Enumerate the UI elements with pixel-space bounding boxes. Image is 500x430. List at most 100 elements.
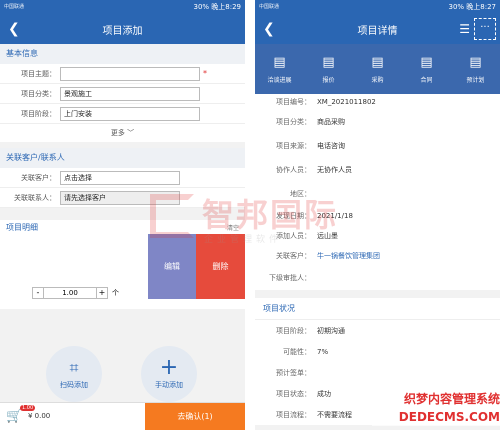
confirm-button[interactable]: 去确认(1) — [145, 403, 245, 430]
site-watermark-line1: 织梦内容管理系统 — [372, 390, 500, 408]
status-value: 成功 — [317, 389, 331, 398]
tool-purchase[interactable]: ▤ 采购 — [353, 44, 402, 94]
status-right: 30% 晚上8:29 — [193, 2, 241, 12]
edit-button[interactable]: 编辑 — [148, 234, 196, 299]
item-detail-header: 项目明细 清空 — [0, 214, 245, 234]
field-row-subject: 项目主题： * — [0, 64, 245, 84]
scan-add-label: 扫码添加 — [60, 380, 88, 389]
item-detail-title: 项目明细 — [6, 222, 38, 232]
tool-preplan[interactable]: ▤ 预计划 — [451, 44, 500, 94]
status-row: 可能性： 7% — [255, 341, 500, 362]
contact-header: 关联客户/联系人 — [0, 148, 245, 168]
doc-icon: ▤ — [420, 54, 433, 70]
tool-quote[interactable]: ▤ 报价 — [304, 44, 353, 94]
status-row: 项目阶段： 初期沟通 — [255, 320, 500, 341]
status-value: 初期沟通 — [317, 326, 345, 335]
field-label: 关联客户： — [21, 173, 56, 182]
project-add-screen: 中国联通 30% 晚上8:29 ❮ 项目添加 基本信息 项目主题： * 项目分类… — [0, 0, 245, 430]
battery-time: 30% 晚上8:27 — [448, 3, 496, 11]
customer-link[interactable]: 牛一锅餐饮管理集团 — [317, 251, 380, 261]
field-label: 项目分类： — [21, 89, 56, 98]
title-bar: ❮ 项目详情 ☰ ··· — [255, 14, 500, 44]
quantity-input[interactable]: 1.00 — [44, 287, 96, 299]
scan-add-button[interactable]: ⌗ 扫码添加 — [46, 346, 102, 402]
customer-select[interactable]: 点击选择 — [60, 170, 180, 185]
plus-icon: + — [159, 354, 179, 380]
contact-row: 关联联系人： 请先选择客户 — [0, 188, 245, 208]
tool-label: 洽谈进展 — [267, 76, 292, 84]
status-bar: 中国联通 30% 晚上8:27 — [255, 0, 500, 14]
doc-icon: ▤ — [273, 54, 286, 70]
detail-row: 项目编号： XM_2021011802 — [255, 94, 500, 110]
status-bar: 中国联通 30% 晚上8:29 — [0, 0, 245, 14]
plus-button[interactable]: + — [96, 287, 108, 299]
field-label: 项目主题： — [21, 69, 56, 78]
field-row-category: 项目分类： 景观施工 — [0, 84, 245, 104]
status-value: 7% — [317, 347, 329, 356]
category-input[interactable]: 景观施工 — [60, 86, 200, 101]
item-row: 编辑 删除 - 1.00 + 个 — [0, 234, 245, 309]
detail-value: 2021/1/18 — [317, 212, 353, 220]
status-right: 30% 晚上8:27 — [448, 2, 496, 12]
site-watermark-line2: DEDECMS.COM — [372, 408, 500, 426]
doc-icon: ▤ — [322, 54, 335, 70]
detail-label: 添加人员： — [276, 232, 311, 240]
stage-input[interactable]: 上门安装 — [60, 106, 200, 121]
required-mark: * — [203, 69, 207, 78]
contact-select[interactable]: 请先选择客户 — [60, 190, 180, 205]
status-value: 不需要流程 — [317, 410, 352, 419]
tool-label: 采购 — [371, 76, 384, 84]
customer-row: 关联客户： 点击选择 — [0, 168, 245, 188]
tool-label: 合同 — [420, 76, 433, 84]
screenshot-canvas: 中国联通 30% 晚上8:29 ❮ 项目添加 基本信息 项目主题： * 项目分类… — [0, 0, 500, 430]
total-amount: ¥ 0.00 — [28, 412, 51, 420]
project-status-header: 项目状况 — [255, 298, 500, 320]
delete-button[interactable]: 删除 — [196, 234, 245, 299]
detail-label: 地区： — [290, 190, 311, 198]
section-gap — [255, 290, 500, 298]
menu-icon[interactable]: ☰ — [459, 22, 470, 36]
cart-icon[interactable]: 🛒 — [6, 409, 22, 424]
title-bar: ❮ 项目添加 — [0, 14, 245, 44]
detail-row: 关联客户： 牛一锅餐饮管理集团 — [255, 246, 500, 266]
tool-negotiation[interactable]: ▤ 洽谈进展 — [255, 44, 304, 94]
battery-time: 30% 晚上8:29 — [193, 3, 241, 11]
unit-label: 个 — [112, 289, 119, 297]
subject-input[interactable] — [60, 66, 200, 81]
back-icon[interactable]: ❮ — [8, 20, 20, 38]
carrier-label: 中国联通 — [4, 4, 25, 10]
basic-info-header: 基本信息 — [0, 44, 245, 64]
scan-icon: ⌗ — [69, 357, 79, 377]
status-label: 项目流程： — [276, 410, 311, 419]
detail-row: 项目来源： 电话咨询 — [255, 134, 500, 158]
doc-icon: ▤ — [469, 54, 482, 70]
manual-add-button[interactable]: + 手动添加 — [141, 346, 197, 402]
cart-badge: 1.00 — [20, 405, 36, 411]
minus-button[interactable]: - — [32, 287, 44, 299]
status-label: 可能性： — [283, 347, 311, 356]
detail-value: XM_2021011802 — [317, 98, 376, 106]
project-detail-screen: 中国联通 30% 晚上8:27 ❮ 项目详情 ☰ ··· ▤ 洽谈进展 ▤ 报价… — [255, 0, 500, 430]
doc-icon: ▤ — [371, 54, 384, 70]
detail-label: 协作人员： — [276, 166, 311, 174]
detail-label: 项目来源： — [276, 142, 311, 150]
manual-add-label: 手动添加 — [155, 380, 183, 389]
detail-label: 发现日期： — [276, 212, 311, 220]
tool-contract[interactable]: ▤ 合同 — [402, 44, 451, 94]
field-label: 项目阶段： — [21, 109, 56, 118]
more-toggle[interactable]: 更多 ﹀ — [0, 124, 245, 142]
more-icon[interactable]: ··· — [474, 18, 496, 40]
carrier-label: 中国联通 — [259, 4, 280, 10]
status-row: 预计签单： — [255, 362, 500, 383]
status-label: 项目状态： — [276, 389, 311, 398]
detail-row: 项目分类： 商品采购 — [255, 110, 500, 134]
detail-label: 项目编号： — [276, 98, 311, 106]
detail-row: 下级审批人： — [255, 266, 500, 290]
detail-label: 下级审批人： — [269, 274, 311, 282]
back-icon[interactable]: ❮ — [263, 20, 275, 38]
detail-label: 项目分类： — [276, 118, 311, 126]
status-label: 预计签单： — [276, 368, 311, 377]
clear-button[interactable]: 清空 — [227, 223, 239, 232]
bottom-bar: 🛒 1.00 ¥ 0.00 去确认(1) — [0, 402, 245, 430]
field-label: 关联联系人： — [14, 193, 56, 202]
